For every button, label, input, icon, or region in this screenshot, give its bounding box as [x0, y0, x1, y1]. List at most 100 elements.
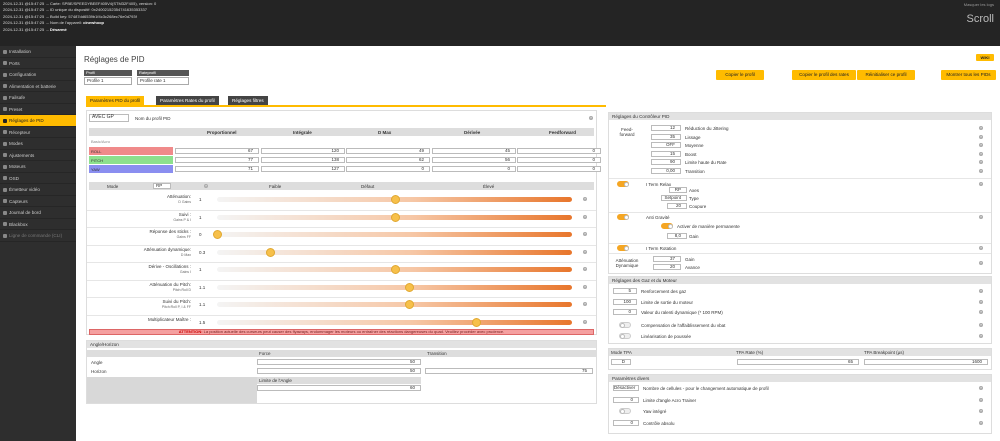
misc-input[interactable]: 0 [613, 396, 639, 403]
pid-value-input[interactable]: 138 [261, 157, 345, 163]
axes-select[interactable]: RP [669, 187, 687, 193]
slider-track[interactable] [217, 284, 572, 290]
help-icon[interactable]: ? [589, 116, 593, 120]
help-icon[interactable]: ? [583, 284, 587, 289]
tpa-rate-input[interactable]: 65 [737, 359, 859, 365]
tpa-breakpoint-input[interactable]: 1600 [864, 359, 988, 365]
pid-value-input[interactable]: 45 [432, 148, 516, 154]
angle-force-input[interactable]: 50 [257, 359, 421, 365]
help-icon[interactable]: ? [979, 246, 983, 250]
pid-value-input[interactable]: 49 [346, 148, 430, 154]
help-icon[interactable]: ? [979, 334, 983, 338]
vbat-comp-toggle[interactable] [619, 322, 631, 328]
slider-track[interactable] [217, 319, 572, 325]
slider-thumb[interactable] [390, 265, 400, 274]
help-icon[interactable]: ? [979, 134, 983, 139]
help-icon[interactable]: ? [583, 319, 587, 324]
help-icon[interactable]: ? [204, 184, 208, 188]
sidebar-item[interactable]: Ligne de commande (CLI) [0, 230, 76, 242]
sidebar-item[interactable]: Modes [0, 138, 76, 150]
wiki-button[interactable]: WIKI [976, 54, 994, 61]
pid-value-input[interactable]: 71 [175, 166, 259, 172]
help-icon[interactable]: ? [979, 151, 983, 156]
tab-1[interactable]: Paramètres Rates du profil [156, 96, 219, 105]
help-icon[interactable]: ? [979, 261, 983, 265]
help-icon[interactable]: ? [979, 143, 983, 147]
help-icon[interactable]: ? [583, 197, 587, 201]
horizon-transition-input[interactable]: 75 [425, 368, 593, 374]
help-icon[interactable]: ? [979, 323, 983, 327]
pid-value-input[interactable]: 67 [175, 148, 259, 154]
dyn-gain-input[interactable]: 37 [653, 256, 681, 262]
ff-input[interactable]: 90 [651, 159, 681, 165]
slider-track[interactable] [217, 302, 572, 307]
help-icon[interactable]: ? [979, 397, 983, 402]
ff-input[interactable]: OFF [651, 142, 681, 148]
copy-profile-button[interactable]: Copier le profil [716, 70, 764, 80]
sidebar-item[interactable]: Moteurs [0, 161, 76, 173]
tab-0[interactable]: Paramètres PID du profil [86, 96, 145, 105]
horizon-force-input[interactable]: 50 [257, 368, 421, 374]
ff-input[interactable]: 12 [651, 125, 681, 131]
help-icon[interactable]: ? [979, 310, 983, 314]
scroll-label[interactable]: Scroll [924, 13, 994, 25]
pid-value-input[interactable]: 0 [517, 166, 601, 172]
profile-select[interactable]: Profile 1 [84, 77, 132, 85]
help-icon[interactable]: ? [583, 214, 587, 219]
slider-mode-select[interactable]: RP [153, 183, 171, 189]
pid-value-input[interactable]: 0 [432, 166, 516, 172]
misc-input[interactable]: Désactiver [613, 385, 639, 391]
show-all-pids-button[interactable]: Montrer tous les PIDs [941, 70, 996, 80]
slider-track[interactable] [217, 232, 572, 237]
sidebar-item[interactable]: Émetteur vidéo [0, 184, 76, 196]
sidebar-item[interactable]: Ports [0, 58, 76, 69]
ff-input[interactable]: 0,00 [651, 167, 681, 174]
slider-thumb[interactable] [390, 212, 400, 222]
slider-thumb[interactable] [404, 300, 414, 309]
slider-thumb[interactable] [266, 247, 276, 257]
pid-value-input[interactable]: 0 [517, 148, 601, 154]
help-icon[interactable]: ? [979, 409, 983, 413]
thrust-linear-toggle[interactable] [619, 333, 631, 339]
sidebar-item[interactable]: Journal de bord [0, 207, 76, 219]
ff-input[interactable]: 15 [651, 150, 681, 157]
angle-limit-input[interactable]: 60 [257, 385, 421, 391]
pid-value-input[interactable]: 77 [175, 157, 259, 163]
profile-name-input[interactable]: AVEC GP [89, 114, 129, 122]
sidebar-item[interactable]: Alimentation et batterie [0, 81, 76, 92]
dyn-advance-input[interactable]: 20 [653, 264, 681, 270]
tpa-mode-select[interactable]: D [611, 359, 631, 365]
anti-gravity-toggle[interactable] [617, 214, 629, 220]
help-icon[interactable]: ? [583, 302, 587, 306]
cutoff-input[interactable]: 20 [667, 203, 687, 209]
sidebar-item[interactable]: Installation [0, 46, 76, 58]
help-icon[interactable]: ? [583, 249, 587, 254]
sidebar-item[interactable]: Failsafe [0, 92, 76, 104]
pid-value-input[interactable]: 0 [517, 157, 601, 163]
sidebar-item[interactable]: Configuration [0, 69, 76, 81]
throttle-input[interactable]: 100 [613, 298, 637, 305]
sidebar-item[interactable]: Preset [0, 104, 76, 115]
help-icon[interactable]: ? [979, 299, 983, 304]
sidebar-item[interactable]: Blackbox [0, 219, 76, 230]
pid-value-input[interactable]: 62 [346, 157, 430, 163]
pid-value-input[interactable]: 127 [261, 166, 345, 172]
help-icon[interactable]: ? [979, 215, 983, 219]
help-icon[interactable]: ? [979, 182, 983, 186]
tab-2[interactable]: Réglages filtres [228, 96, 268, 105]
pid-value-input[interactable]: 120 [261, 148, 345, 154]
help-icon[interactable]: ? [583, 232, 587, 236]
iterm-rotation-toggle[interactable] [617, 245, 629, 251]
iterm-relax-toggle[interactable] [617, 181, 629, 187]
slider-thumb[interactable] [472, 317, 482, 327]
help-icon[interactable]: ? [979, 126, 983, 130]
sidebar-item[interactable]: OSD [0, 173, 76, 184]
integrated-yaw-toggle[interactable] [619, 408, 631, 414]
help-icon[interactable]: ? [979, 386, 983, 390]
rateprofile-select[interactable]: Profile rate 1 [137, 77, 189, 85]
help-icon[interactable]: ? [979, 168, 983, 173]
hide-logs-link[interactable]: Masquer les logs [924, 2, 994, 7]
slider-thumb[interactable] [390, 195, 400, 204]
throttle-input[interactable]: 5 [613, 288, 637, 294]
sidebar-item[interactable]: Récepteur [0, 127, 76, 138]
